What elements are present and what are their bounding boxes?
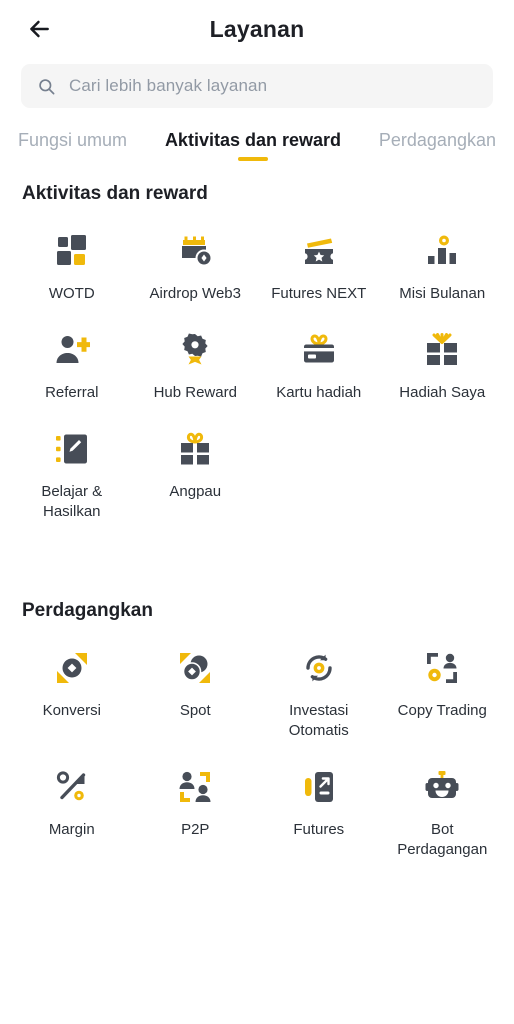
tab-underline — [237, 157, 268, 161]
tab-label: Aktivitas dan reward — [164, 130, 341, 150]
service-item-p2p[interactable]: P2P — [134, 741, 258, 860]
section-title: Aktivitas dan reward — [22, 183, 208, 204]
service-item-futures-next[interactable]: Futures NEXT — [257, 205, 381, 304]
service-label: Belajar & Hasilkan — [41, 483, 103, 520]
service-item-angpau[interactable]: Angpau — [134, 403, 258, 522]
search-icon — [37, 77, 56, 96]
section-perdagangkan: Perdagangkan Konversi Spot Investasi Oto… — [0, 600, 514, 860]
service-item-kartu-hadiah[interactable]: Kartu hadiah — [257, 304, 381, 403]
gift-box-icon — [420, 328, 464, 372]
service-item-hub-reward[interactable]: Hub Reward — [134, 304, 258, 403]
airdrop-box-icon — [173, 229, 217, 273]
tab-label: Fungsi umum — [18, 130, 128, 150]
page-title: Layanan — [209, 15, 305, 42]
service-item-misi-bulanan[interactable]: Misi Bulanan — [381, 205, 505, 304]
service-label: Margin — [48, 821, 95, 838]
service-label: Kartu hadiah — [276, 384, 362, 401]
percent-arrow-icon — [50, 765, 94, 809]
squares-grid-icon — [50, 229, 94, 273]
two-people-icon — [173, 765, 217, 809]
page-header: Layanan — [0, 0, 514, 58]
service-label: Futures — [293, 821, 345, 838]
arrow-left-icon — [30, 20, 49, 38]
futures-chart-icon — [297, 765, 341, 809]
service-item-copy-trading[interactable]: Copy Trading — [381, 622, 505, 741]
service-label: Referral — [45, 384, 99, 401]
service-item-hadiah-saya[interactable]: Hadiah Saya — [381, 304, 505, 403]
service-item-airdrop-web3[interactable]: Airdrop Web3 — [134, 205, 258, 304]
service-item-wotd[interactable]: WOTD — [10, 205, 134, 304]
search-section: Cari lebih banyak layanan — [0, 58, 514, 108]
back-button[interactable] — [22, 12, 56, 46]
spot-coins-icon — [173, 646, 217, 690]
bar-chart-coin-icon — [420, 229, 464, 273]
tab-aktivitas-dan-reward[interactable]: Aktivitas dan reward — [165, 130, 341, 161]
service-label: Angpau — [169, 483, 222, 500]
notebook-pencil-icon — [50, 427, 94, 471]
service-label: Misi Bulanan — [399, 285, 486, 302]
service-item-bot-perdagangan[interactable]: Bot Perdagangan — [381, 741, 505, 860]
gift-card-icon — [297, 328, 341, 372]
ticket-star-icon — [297, 229, 341, 273]
section-aktivitas-dan-reward: Aktivitas dan reward WOTD Airdrop Web3 F… — [0, 183, 514, 522]
section-title: Perdagangkan — [22, 600, 153, 621]
copy-trading-person-icon — [420, 646, 464, 690]
services-grid: Konversi Spot Investasi Otomatis Copy Tr… — [10, 622, 504, 860]
service-item-margin[interactable]: Margin — [10, 741, 134, 860]
service-label: Hub Reward — [153, 384, 237, 401]
service-label: Konversi — [42, 702, 101, 719]
service-label: Futures NEXT — [271, 285, 367, 302]
medal-badge-icon — [173, 328, 217, 372]
red-packet-gift-icon — [173, 427, 217, 471]
search-placeholder: Cari lebih banyak layanan — [69, 76, 268, 95]
tab-fungsi-umum[interactable]: Fungsi umum — [18, 130, 127, 161]
service-item-investasi-otomatis[interactable]: Investasi Otomatis — [257, 622, 381, 741]
person-plus-icon — [50, 328, 94, 372]
service-label: WOTD — [48, 285, 95, 302]
search-input[interactable]: Cari lebih banyak layanan — [21, 64, 493, 108]
service-label: Airdrop Web3 — [149, 285, 241, 302]
services-grid: WOTD Airdrop Web3 Futures NEXT Misi Bula… — [10, 205, 504, 522]
service-label: P2P — [181, 821, 210, 838]
services-screen: Layanan Cari lebih banyak layanan Fungsi… — [0, 0, 514, 1024]
service-label: Copy Trading — [397, 702, 487, 719]
category-tabs: Fungsi umum Aktivitas dan reward Perdaga… — [0, 108, 514, 161]
auto-invest-refresh-icon — [297, 646, 341, 690]
tab-perdagangkan[interactable]: Perdagangkan — [379, 130, 496, 161]
service-label: Spot — [179, 702, 211, 719]
service-item-futures[interactable]: Futures — [257, 741, 381, 860]
convert-coin-icon — [50, 646, 94, 690]
service-item-referral[interactable]: Referral — [10, 304, 134, 403]
service-label: Investasi Otomatis — [288, 702, 349, 739]
tab-label: Perdagangkan — [378, 130, 496, 150]
robot-icon — [420, 765, 464, 809]
service-item-konversi[interactable]: Konversi — [10, 622, 134, 741]
service-label: Bot Perdagangan — [397, 821, 488, 858]
service-item-spot[interactable]: Spot — [134, 622, 258, 741]
service-item-belajar-hasilkan[interactable]: Belajar & Hasilkan — [10, 403, 134, 522]
services-content: Aktivitas dan reward WOTD Airdrop Web3 F… — [0, 161, 514, 1024]
service-label: Hadiah Saya — [399, 384, 486, 401]
